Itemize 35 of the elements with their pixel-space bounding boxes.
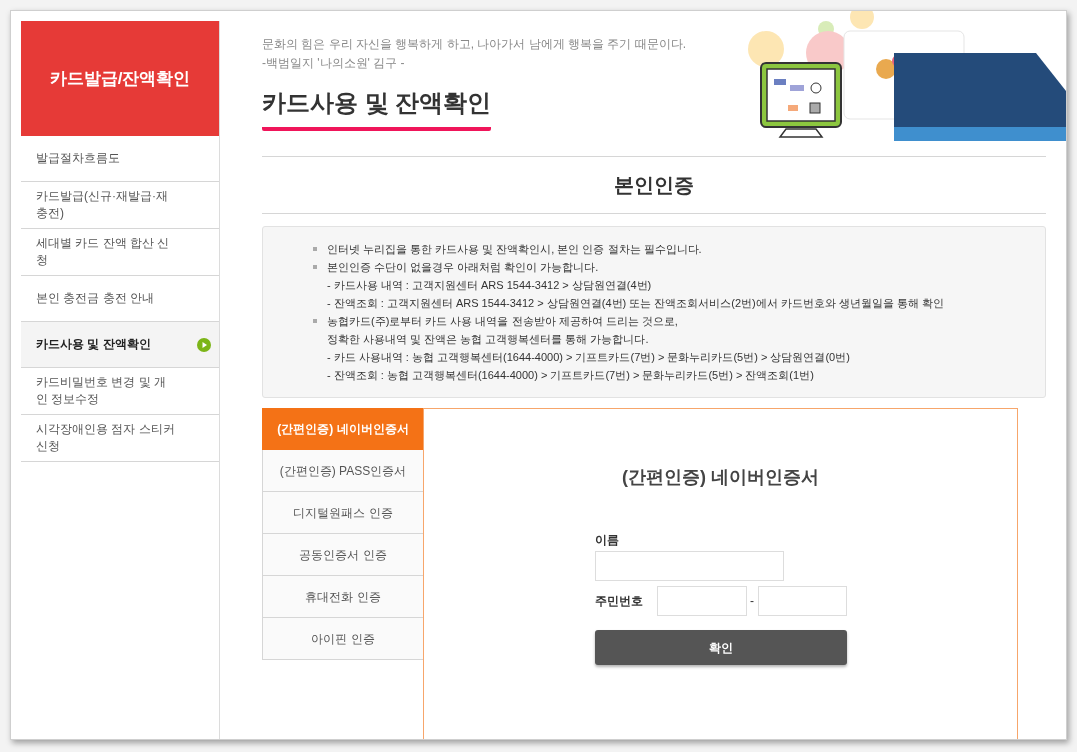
notice-text: - 카드 사용내역 : 농협 고객행복센터(1644-4000) > 기프트카드(7번) > 문화누리카드(5번) > 상담원연결(0번) <box>327 350 850 365</box>
quote-source: -백범일지 '나의소원' 김구 - <box>262 55 406 72</box>
rrn-first-input[interactable] <box>656 586 747 616</box>
auth-tab[interactable]: 공동인증서 인증 <box>262 534 423 576</box>
auth-tab[interactable]: 디지털원패스 인증 <box>262 492 423 534</box>
auth-tab[interactable]: 아이핀 인증 <box>262 618 423 660</box>
sidebar-title: 카드발급/잔액확인 <box>49 67 191 90</box>
notice-text: 농협카드(주)로부터 카드 사용 내역을 전송받아 제공하여 드리는 것으로, <box>327 314 678 329</box>
bullet-icon <box>313 265 317 269</box>
notice-text: 인터넷 누리집을 통한 카드사용 및 잔액확인시, 본인 인증 절차는 필수입니다. <box>327 242 702 257</box>
form-title: (간편인증) 네이버인증서 <box>622 466 819 489</box>
sidebar-item[interactable]: 세대별 카드 잔액 합산 신청 <box>21 229 219 276</box>
page-title: 카드사용 및 잔액확인 <box>262 85 492 131</box>
rrn-second-input[interactable] <box>757 586 847 616</box>
sidebar-item[interactable]: 카드사용 및 잔액확인 <box>21 322 219 368</box>
notice-text: - 잔액조회 : 고객지원센터 ARS 1544-3412 > 상담원연결(4번) 또는 잔액조회서비스(2번)에서 카드번호와 생년월일을 통해 확인 <box>327 296 944 311</box>
sidebar-item[interactable]: 카드발급(신규·재발급·재충전) <box>21 182 219 229</box>
bullet-icon <box>313 319 317 323</box>
sidebar-item[interactable]: 카드비밀번호 변경 및 개인 정보수정 <box>21 368 219 415</box>
notice-text: - 잔액조회 : 농협 고객행복센터(1644-4000) > 기프트카드(7번) > 문화누리카드(5번) > 잔액조회(1번) <box>327 368 814 383</box>
notice-text: 정확한 사용내역 및 잔액은 농협 고객행복센터를 통해 가능합니다. <box>327 332 649 347</box>
name-label: 이름 <box>594 532 620 549</box>
sidebar-item[interactable]: 발급절차흐름도 <box>21 136 219 182</box>
notice-text: - 카드사용 내역 : 고객지원센터 ARS 1544-3412 > 상담원연결(4번) <box>327 278 652 293</box>
quote-text: 문화의 힘은 우리 자신을 행복하게 하고, 나아가서 남에게 행복을 주기 때문이다. <box>262 36 686 53</box>
auth-tab[interactable]: 휴대전화 인증 <box>262 576 423 618</box>
section-title: 본인인증 <box>614 173 694 198</box>
separator-text: - <box>749 593 755 610</box>
notice-text: 본인인증 수단이 없을경우 아래처럼 확인이 가능합니다. <box>327 260 599 275</box>
sidebar-item[interactable]: 시각장애인용 점자 스티커 신청 <box>21 415 219 462</box>
bullet-icon <box>313 247 317 251</box>
rrn-label: 주민번호 <box>594 593 644 610</box>
auth-tab[interactable]: (간편인증) PASS인증서 <box>262 450 423 492</box>
name-input[interactable] <box>594 551 784 581</box>
confirm-button[interactable]: 확인 <box>594 630 847 665</box>
